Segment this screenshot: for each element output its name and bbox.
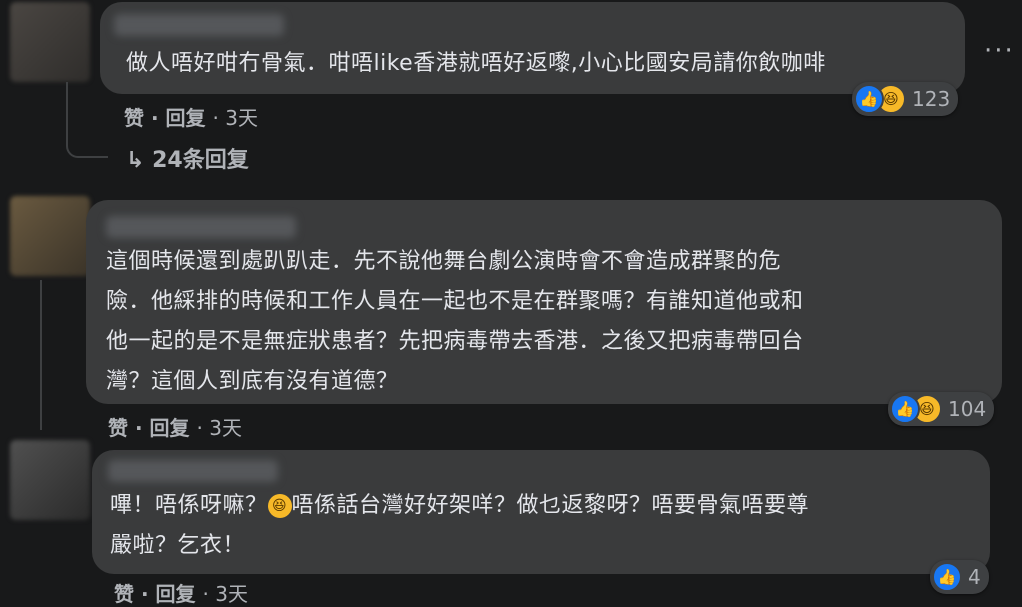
commenter-name[interactable] — [108, 460, 278, 482]
timestamp[interactable]: · 3天 — [203, 582, 248, 606]
thread-line — [66, 82, 108, 158]
reaction-count: 123 — [912, 87, 951, 111]
timestamp[interactable]: · 3天 — [213, 106, 258, 130]
comment-bubble: 這個時候還到處趴趴走．先不說他舞台劇公演時會不會造成群聚的危 險．他綵排的時候和… — [86, 200, 1002, 404]
reaction-count: 104 — [948, 397, 987, 421]
comment-bubble: 做人唔好咁冇骨氣．咁唔like香港就唔好返嚟,小心比國安局請你飲咖啡 — [100, 2, 965, 94]
reply-button[interactable]: 回复 — [156, 582, 196, 606]
reaction-count: 4 — [968, 565, 981, 589]
comment-actions: 赞 · 回复 · 3天 — [114, 582, 248, 606]
comment-text-line: 他一起的是不是無症狀患者？先把病毒帶去香港．之後又把病毒帶回台 — [106, 329, 804, 354]
comment-text: 嗶！唔係呀嘛？ 😆 唔係話台灣好好架咩？做乜返黎呀？唔要骨氣唔要尊 嚴啦？乞衣！ — [110, 486, 980, 566]
view-replies-link[interactable]: ↳ 24条回复 — [126, 142, 249, 174]
comment-text-line: 這個時候還到處趴趴走．先不說他舞台劇公演時會不會造成群聚的危 — [106, 249, 782, 274]
reply-button[interactable]: 回复 — [150, 416, 190, 440]
commenter-name[interactable] — [114, 14, 284, 36]
comment-text: 做人唔好咁冇骨氣．咁唔like香港就唔好返嚟,小心比國安局請你飲咖啡 — [126, 51, 826, 76]
like-button[interactable]: 赞 — [108, 416, 128, 440]
comment-text-line: 嗶！唔係呀嘛？ 😆 唔係話台灣好好架咩？做乜返黎呀？唔要骨氣唔要尊 — [110, 486, 980, 526]
timestamp[interactable]: · 3天 — [197, 416, 242, 440]
commenter-name[interactable] — [106, 216, 296, 238]
like-icon: 👍 — [932, 562, 962, 592]
laughing-emoji-icon: 😆 — [267, 494, 292, 518]
comment-actions: 赞 · 回复 · 3天 — [124, 106, 258, 130]
thread-line — [40, 280, 42, 430]
avatar[interactable] — [10, 440, 90, 520]
comment-text-line: 灣？這個人到底有沒有道德？ — [106, 369, 399, 394]
comment-text-line: 險．他綵排的時候和工作人員在一起也不是在群聚嗎？有誰知道他或和 — [106, 289, 804, 314]
like-button[interactable]: 赞 — [124, 106, 144, 130]
avatar[interactable] — [10, 196, 90, 276]
like-icon: 👍 — [890, 394, 920, 424]
comment-actions: 赞 · 回复 · 3天 — [108, 416, 242, 440]
comment-text-line: 嚴啦？乞衣！ — [110, 533, 246, 558]
reaction-summary[interactable]: 👍 😆 123 — [852, 82, 959, 116]
comment-text-part: 嗶！唔係呀嘛？ — [110, 493, 268, 518]
reaction-summary[interactable]: 👍 4 — [930, 560, 989, 594]
avatar[interactable] — [10, 2, 90, 82]
reaction-summary[interactable]: 👍 😆 104 — [888, 392, 995, 426]
comment-bubble: 嗶！唔係呀嘛？ 😆 唔係話台灣好好架咩？做乜返黎呀？唔要骨氣唔要尊 嚴啦？乞衣！ — [92, 450, 990, 574]
reply-button[interactable]: 回复 — [166, 106, 206, 130]
like-button[interactable]: 赞 — [114, 582, 134, 606]
like-icon: 👍 — [854, 84, 884, 114]
comment-text-part: 唔係話台灣好好架咩？做乜返黎呀？唔要骨氣唔要尊 — [291, 493, 810, 518]
comment-text: 這個時候還到處趴趴走．先不說他舞台劇公演時會不會造成群聚的危 險．他綵排的時候和… — [106, 242, 996, 402]
more-options-icon[interactable]: ··· — [984, 36, 1015, 66]
